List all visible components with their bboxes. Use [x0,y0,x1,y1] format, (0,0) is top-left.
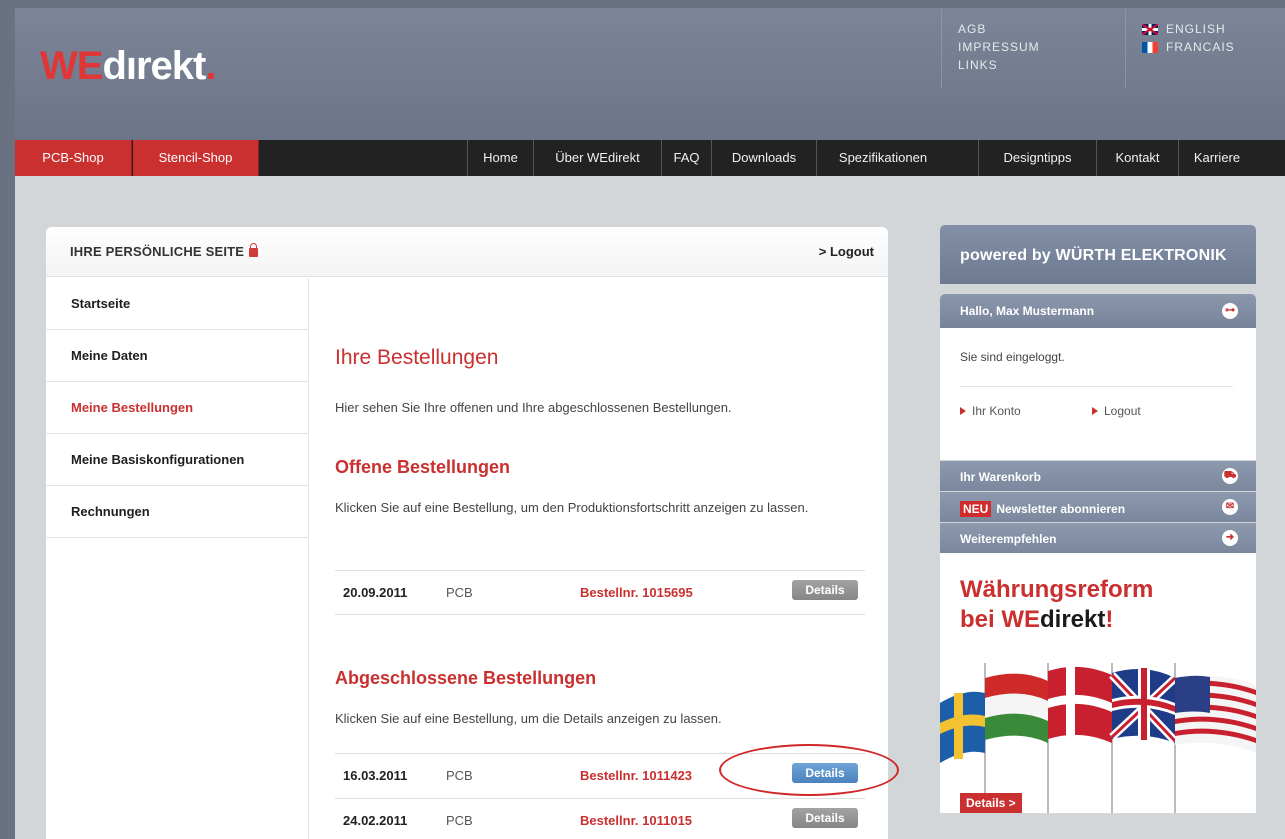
uk-flag-icon [1142,23,1158,35]
login-status: Sie sind eingeloggt. [960,350,1065,364]
divider [960,386,1233,387]
nav-kontakt[interactable]: Kontakt [1096,140,1178,176]
account-menu: Startseite Meine Daten Meine Bestellunge… [46,278,309,839]
newsletter-label: Newsletter abonnieren [996,502,1126,516]
promo-details-button[interactable]: Details > [960,793,1022,813]
menu-startseite[interactable]: Startseite [46,278,308,330]
recommend-link[interactable]: Weiterempfehlen ➜ [940,523,1256,553]
lang-francais-label: FRANCAIS [1166,40,1235,54]
order-date: 16.03.2011 [343,768,408,783]
right-sidebar: powered by WÜRTH ELEKTRONIK Hallo, Max M… [940,225,1256,813]
order-number-link[interactable]: Bestellnr. 1011015 [580,813,692,828]
france-flag-icon [1142,41,1158,53]
order-number-link[interactable]: Bestellnr. 1015695 [580,585,693,600]
user-box-header: Hallo, Max Mustermann ⊶ [940,294,1256,328]
nav-ueber[interactable]: Über WEdirekt [533,140,661,176]
tab-pcb-shop[interactable]: PCB-Shop [15,140,132,176]
panel-title: IHRE PERSÖNLICHE SEITE [70,243,259,259]
order-type: PCB [446,768,473,783]
newsletter-link[interactable]: NEU Newsletter abonnieren ✉ [940,492,1256,522]
panel-header: IHRE PERSÖNLICHE SEITE > Logout [46,227,888,277]
intro-text: Hier sehen Sie Ihre offenen und Ihre abg… [335,400,732,415]
new-badge: NEU [960,501,992,517]
cart-link[interactable]: Ihr Warenkorb ⛟ [940,461,1256,491]
cart-label: Ihr Warenkorb [960,470,1041,484]
lang-francais[interactable]: FRANCAIS [1142,38,1235,56]
logo-we: WE [40,44,103,88]
open-orders-heading: Offene Bestellungen [335,457,511,477]
nav-spezifikationen[interactable]: Spezifikationen [816,140,949,176]
key-icon: ⊶ [1222,303,1238,319]
nav-downloads[interactable]: Downloads [711,140,816,176]
page-frame: WEdırekt. AGB IMPRESSUM LINKS ENGLISH FR… [15,8,1285,839]
arrow-right-icon [1092,407,1098,415]
account-link[interactable]: Ihr Konto [960,404,1021,418]
sidebar-logout-link[interactable]: Logout [1092,404,1141,418]
greeting-text: Hallo, Max Mustermann [960,304,1095,318]
arrow-right-icon [960,407,966,415]
site-header: WEdırekt. AGB IMPRESSUM LINKS ENGLISH FR… [15,8,1285,140]
nav-faq[interactable]: FAQ [661,140,711,176]
order-row[interactable]: 24.02.2011 PCB Bestellnr. 1011015 Detail… [335,798,865,839]
toplink-links[interactable]: LINKS [958,56,1040,74]
nav-karriere[interactable]: Karriere [1178,140,1255,176]
top-links: AGB IMPRESSUM LINKS [941,8,1040,88]
nav-home[interactable]: Home [467,140,533,176]
sidebar-logout-label: Logout [1104,404,1141,418]
cart-icon: ⛟ [1222,468,1238,484]
order-number-link[interactable]: Bestellnr. 1011423 [580,768,692,783]
powered-banner: powered by WÜRTH ELEKTRONIK [940,225,1256,284]
site-logo[interactable]: WEdırekt. [40,44,217,89]
closed-orders-desc: Klicken Sie auf eine Bestellung, um die … [335,711,722,726]
flags-illustration [940,663,1256,813]
page-title: Ihre Bestellungen [335,346,499,369]
logout-link[interactable]: > Logout [819,244,874,259]
menu-basiskonfigurationen[interactable]: Meine Basiskonfigurationen [46,434,308,486]
forward-arrow-icon: ➜ [1222,530,1238,546]
logo-dot: . [205,44,216,88]
details-button[interactable]: Details [792,808,858,828]
mail-icon: ✉ [1222,499,1238,515]
recommend-label: Weiterempfehlen [960,532,1057,546]
order-date: 24.02.2011 [343,813,408,828]
order-row[interactable]: 20.09.2011 PCB Bestellnr. 1015695 Detail… [335,570,865,615]
logo-rest: dırekt [102,44,206,88]
login-status-box: Sie sind eingeloggt. Ihr Konto Logout [940,328,1256,460]
menu-meine-daten[interactable]: Meine Daten [46,330,308,382]
language-switcher: ENGLISH FRANCAIS [1125,8,1235,88]
toplink-agb[interactable]: AGB [958,20,1040,38]
lang-english-label: ENGLISH [1166,22,1226,36]
lang-english[interactable]: ENGLISH [1142,20,1235,38]
account-link-label: Ihr Konto [972,404,1021,418]
order-type: PCB [446,585,473,600]
lock-icon [249,243,259,257]
menu-rechnungen[interactable]: Rechnungen [46,486,308,538]
main-nav: PCB-Shop Stencil-Shop Home Über WEdirekt… [15,140,1285,176]
highlight-annotation [719,744,899,796]
tab-stencil-shop[interactable]: Stencil-Shop [133,140,259,176]
closed-orders-heading: Abgeschlossene Bestellungen [335,668,597,688]
toplink-impressum[interactable]: IMPRESSUM [958,38,1040,56]
menu-meine-bestellungen[interactable]: Meine Bestellungen [46,382,308,434]
order-type: PCB [446,813,473,828]
promo-banner[interactable]: Währungsreform bei WEdirekt! Details > [940,553,1256,813]
details-button[interactable]: Details [792,580,858,600]
order-date: 20.09.2011 [343,585,408,600]
nav-designtipps[interactable]: Designtipps [978,140,1096,176]
open-orders-desc: Klicken Sie auf eine Bestellung, um den … [335,500,809,515]
panel-title-text: IHRE PERSÖNLICHE SEITE [70,244,245,259]
